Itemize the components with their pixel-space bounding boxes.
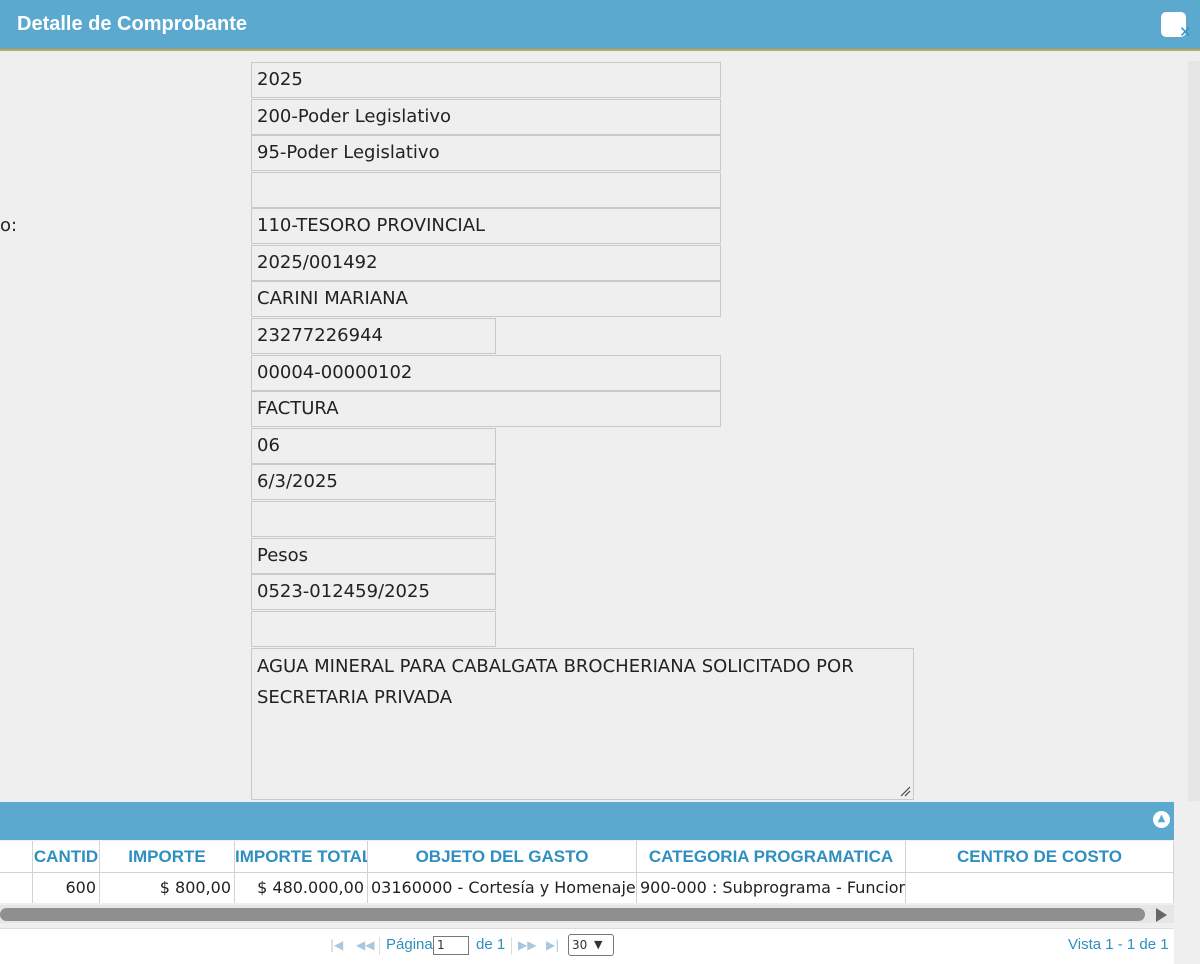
rows-per-page-select[interactable]: 30 ▼ (568, 934, 614, 956)
column-header-categoria[interactable]: CATEGORIA PROGRAMATICA (637, 841, 906, 872)
page-count: de 1 (476, 936, 506, 953)
column-header-centro[interactable]: CENTRO DE COSTO (906, 841, 1174, 872)
first-page-icon[interactable]: |◀ (330, 938, 343, 952)
field-label-partial: o: (0, 215, 18, 236)
page-label: Página (386, 936, 433, 953)
descripcion-text: AGUA MINERAL PARA CABALGATA BROCHERIANA … (257, 656, 854, 708)
column-header-objeto[interactable]: OBJETO DEL GASTO (368, 841, 637, 872)
field-descripcion[interactable]: AGUA MINERAL PARA CABALGATA BROCHERIANA … (251, 648, 914, 800)
grid-caption-bar (0, 802, 1174, 840)
field-tesoreria[interactable]: 110-TESORO PROVINCIAL (251, 208, 721, 244)
field-blank-2[interactable] (251, 501, 496, 537)
field-tipo-comprobante[interactable]: FACTURA (251, 391, 721, 427)
horizontal-scrollbar[interactable] (0, 905, 1174, 923)
view-info: Vista 1 - 1 de 1 (1068, 936, 1169, 953)
cell-blank (0, 873, 33, 903)
column-header-cantidad[interactable]: CANTID (33, 841, 100, 872)
collapse-icon[interactable]: ▲ (1153, 811, 1170, 828)
scrollbar-thumb[interactable] (0, 908, 1145, 921)
pager-separator (379, 937, 380, 955)
cell-cantidad: 600 (33, 873, 100, 903)
field-nro-comprobante[interactable]: 00004-00000102 (251, 355, 721, 391)
cell-categoria: 900-000 : Subprograma - Funcionamiento (637, 873, 906, 903)
field-fecha[interactable]: 6/3/2025 (251, 464, 496, 500)
resize-handle-icon[interactable] (899, 785, 911, 797)
field-jurisdiccion[interactable]: 200-Poder Legislativo (251, 99, 721, 135)
field-ejercicio[interactable]: 2025 (251, 62, 721, 98)
pager: |◀ ◀◀ Página 1 de 1 ▶▶ ▶| 30 ▼ Vista 1 -… (0, 928, 1174, 964)
grid-header-row: CANTID IMPORTE IMPORTE TOTAL OBJETO DEL … (0, 841, 1174, 873)
column-header-blank (0, 841, 33, 872)
field-mes[interactable]: 06 (251, 428, 496, 464)
cell-importe-total: $ 480.000,00 (235, 873, 368, 903)
table-row[interactable]: 600 $ 800,00 $ 480.000,00 03160000 - Cor… (0, 873, 1174, 903)
field-beneficiario[interactable]: CARINI MARIANA (251, 281, 721, 317)
field-entidad[interactable]: 95-Poder Legislativo (251, 135, 721, 171)
cell-objeto: 03160000 - Cortesía y Homenaje (368, 873, 637, 903)
rows-per-page-value: 30 (572, 938, 588, 952)
column-header-importe[interactable]: IMPORTE (100, 841, 235, 872)
column-header-importe-total[interactable]: IMPORTE TOTAL (235, 841, 368, 872)
vertical-scrollbar[interactable] (1188, 61, 1200, 801)
close-button[interactable]: ✕ (1161, 12, 1192, 40)
scroll-right-icon[interactable] (1156, 908, 1167, 922)
field-expediente[interactable]: 0523-012459/2025 (251, 574, 496, 610)
dialog-titlebar: Detalle de Comprobante ✕ (0, 0, 1200, 51)
close-icon: ✕ (1179, 23, 1192, 41)
prev-page-icon[interactable]: ◀◀ (356, 938, 374, 952)
chevron-down-icon: ▼ (594, 938, 603, 951)
cell-centro (906, 873, 1174, 903)
field-moneda[interactable]: Pesos (251, 538, 496, 574)
dialog-title: Detalle de Comprobante (17, 13, 248, 35)
next-page-icon[interactable]: ▶▶ (518, 938, 536, 952)
cell-importe: $ 800,00 (100, 873, 235, 903)
pager-separator (511, 937, 512, 955)
field-blank-1[interactable] (251, 172, 721, 208)
field-cuit[interactable]: 23277226944 (251, 318, 496, 354)
last-page-icon[interactable]: ▶| (546, 938, 559, 952)
page-input[interactable]: 1 (433, 936, 469, 955)
field-numero-orden[interactable]: 2025/001492 (251, 245, 721, 281)
field-blank-3[interactable] (251, 611, 496, 647)
